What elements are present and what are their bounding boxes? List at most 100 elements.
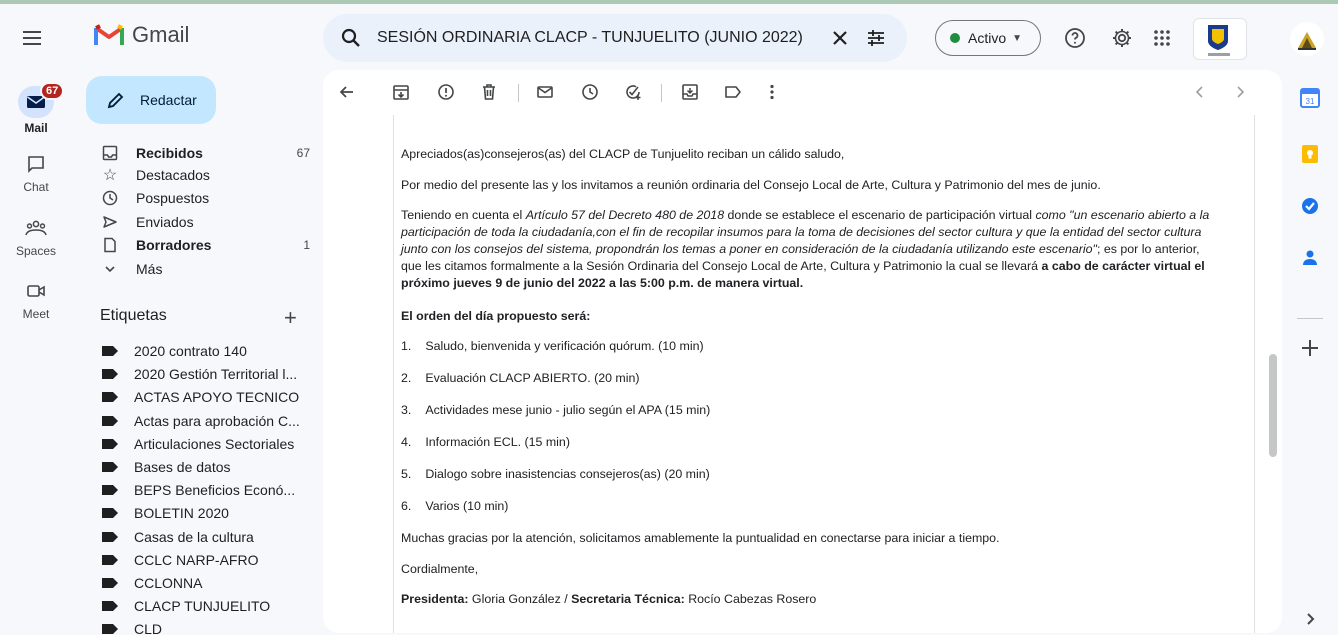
rail-chat-label: Chat <box>23 180 49 194</box>
more-options-icon[interactable] <box>762 82 782 102</box>
folder-snoozed[interactable]: Pospuestos <box>100 186 310 209</box>
rail-mail[interactable]: 67 Mail <box>0 82 72 135</box>
label-item[interactable]: 2020 Gestión Territorial l... <box>102 363 312 385</box>
help-icon[interactable] <box>1063 26 1087 50</box>
label-name: Articulaciones Sectoriales <box>134 435 295 452</box>
label-item[interactable]: CCLC NARP-AFRO <box>102 549 312 571</box>
organization-logo[interactable] <box>1193 18 1247 60</box>
label-tag-icon <box>102 578 118 588</box>
label-name: 2020 contrato 140 <box>134 343 247 359</box>
folder-more[interactable]: Más <box>100 257 310 280</box>
menu-icon[interactable] <box>20 26 44 50</box>
label-name: CLD <box>134 621 163 635</box>
signature-line: Presidenta: Gloria González / Secretaria… <box>401 592 817 606</box>
mark-unread-icon[interactable] <box>535 82 555 102</box>
label-tag-icon <box>102 485 118 496</box>
gmail-m-icon <box>94 24 124 45</box>
body-paragraph-line: próximo jueves 9 de junio del 2022 a las… <box>401 276 804 290</box>
inbox-icon <box>100 143 120 163</box>
label-tag-icon <box>102 554 118 565</box>
report-spam-icon[interactable] <box>436 82 456 102</box>
label-item[interactable]: 2020 contrato 140 <box>102 340 312 362</box>
archive-icon[interactable] <box>391 82 411 102</box>
spaces-icon <box>20 212 52 244</box>
label-name: BOLETIN 2020 <box>134 505 229 522</box>
settings-icon[interactable] <box>1110 26 1134 50</box>
toolbar-divider <box>661 84 662 102</box>
keep-icon[interactable] <box>1299 143 1321 165</box>
folder-count: 67 <box>296 145 310 160</box>
search-input[interactable]: SESIÓN ORDINARIA CLACP - TUNJUELITO (JUN… <box>377 29 803 47</box>
scrollbar-thumb[interactable] <box>1269 354 1277 457</box>
close-icon[interactable] <box>828 26 852 50</box>
filter-icon[interactable] <box>864 26 888 50</box>
chevron-down-icon <box>100 259 120 279</box>
label-item[interactable]: BEPS Beneficios Econó... <box>102 479 312 501</box>
label-item[interactable]: CLD <box>102 618 312 635</box>
label-tag-icon <box>102 415 118 426</box>
folder-drafts[interactable]: Borradores 1 <box>100 233 310 256</box>
rail-chat[interactable]: Chat <box>0 148 72 194</box>
snooze-icon[interactable] <box>580 82 600 102</box>
meet-icon <box>20 275 52 307</box>
add-label-button[interactable]: + <box>284 305 297 331</box>
move-to-icon[interactable] <box>680 82 700 102</box>
label-item[interactable]: Actas para aprobación C... <box>102 410 312 432</box>
label-name: Actas para aprobación C... <box>134 412 300 429</box>
right-rail-divider <box>1297 318 1323 319</box>
agenda-item: 6. Varios (10 min) <box>401 499 509 513</box>
body-paragraph-line: que les citamos formalmente a la Sesión … <box>401 259 1205 273</box>
add-icon[interactable] <box>1299 337 1321 359</box>
label-tag-icon <box>102 531 118 542</box>
status-selector[interactable]: Activo ▼ <box>935 20 1041 56</box>
top-accent-line <box>0 0 1338 4</box>
agenda-item: 5. Dialogo sobre inasistencias consejeros… <box>401 467 710 481</box>
chat-icon <box>20 148 52 180</box>
thanks-text: Muchas gracias por la atención, solicita… <box>401 531 1000 545</box>
previous-icon[interactable] <box>1190 82 1210 102</box>
folder-count: 1 <box>303 237 310 252</box>
next-icon[interactable] <box>1230 82 1250 102</box>
folder-sent[interactable]: Enviados <box>100 210 310 233</box>
search-icon[interactable] <box>339 26 363 50</box>
agenda-item: 1. Saludo, bienvenida y verificación quór… <box>401 339 704 353</box>
label-item[interactable]: BOLETIN 2020 <box>102 502 312 524</box>
labels-heading: Etiquetas <box>100 307 167 324</box>
tasks-icon[interactable] <box>1299 195 1321 217</box>
rail-meet[interactable]: Meet <box>0 275 72 321</box>
clock-icon <box>100 188 120 208</box>
folder-inbox[interactable]: Recibidos 67 <box>100 141 310 164</box>
folder-starred[interactable]: ☆ Destacados <box>100 163 310 186</box>
search-bar[interactable]: SESIÓN ORDINARIA CLACP - TUNJUELITO (JUN… <box>323 14 907 62</box>
rail-meet-label: Meet <box>22 307 50 321</box>
add-task-icon[interactable] <box>623 82 643 102</box>
contacts-icon[interactable] <box>1299 247 1321 269</box>
back-arrow-icon[interactable] <box>337 82 357 102</box>
label-name: CLACP TUNJUELITO <box>134 598 271 615</box>
message-panel: Apreciados(as)consejeros(as) del CLACP d… <box>323 70 1282 633</box>
label-item[interactable]: CCLONNA <box>102 572 312 594</box>
label-item[interactable]: Bases de datos <box>102 456 312 478</box>
compose-button[interactable]: Redactar <box>86 76 216 124</box>
folder-label: Recibidos <box>136 144 203 161</box>
apps-icon[interactable] <box>1150 26 1174 50</box>
rail-spaces[interactable]: Spaces <box>0 212 72 258</box>
label-item[interactable]: Articulaciones Sectoriales <box>102 433 312 455</box>
gmail-logo[interactable]: Gmail <box>94 22 189 48</box>
folder-label: Borradores <box>136 236 212 253</box>
account-avatar[interactable] <box>1290 22 1324 56</box>
label-tag-icon <box>102 346 118 356</box>
label-icon[interactable] <box>723 82 743 102</box>
expand-panel-icon[interactable] <box>1299 608 1321 630</box>
label-item[interactable]: CLACP TUNJUELITO <box>102 595 312 617</box>
label-item[interactable]: Casas de la cultura <box>102 526 312 548</box>
label-name: Casas de la cultura <box>134 528 254 545</box>
label-item[interactable]: ACTAS APOYO TECNICO <box>102 386 312 408</box>
closing-text: Cordialmente, <box>401 562 479 576</box>
folder-label: Destacados <box>136 166 210 183</box>
label-name: CCLONNA <box>134 575 203 591</box>
body-paragraph-line: participación de toda la ciudadanía,con … <box>401 225 1202 239</box>
agenda-item: 3. Actividades mese junio - julio según e… <box>401 403 711 417</box>
calendar-icon[interactable]: 31 <box>1299 87 1321 109</box>
delete-icon[interactable] <box>479 82 499 102</box>
